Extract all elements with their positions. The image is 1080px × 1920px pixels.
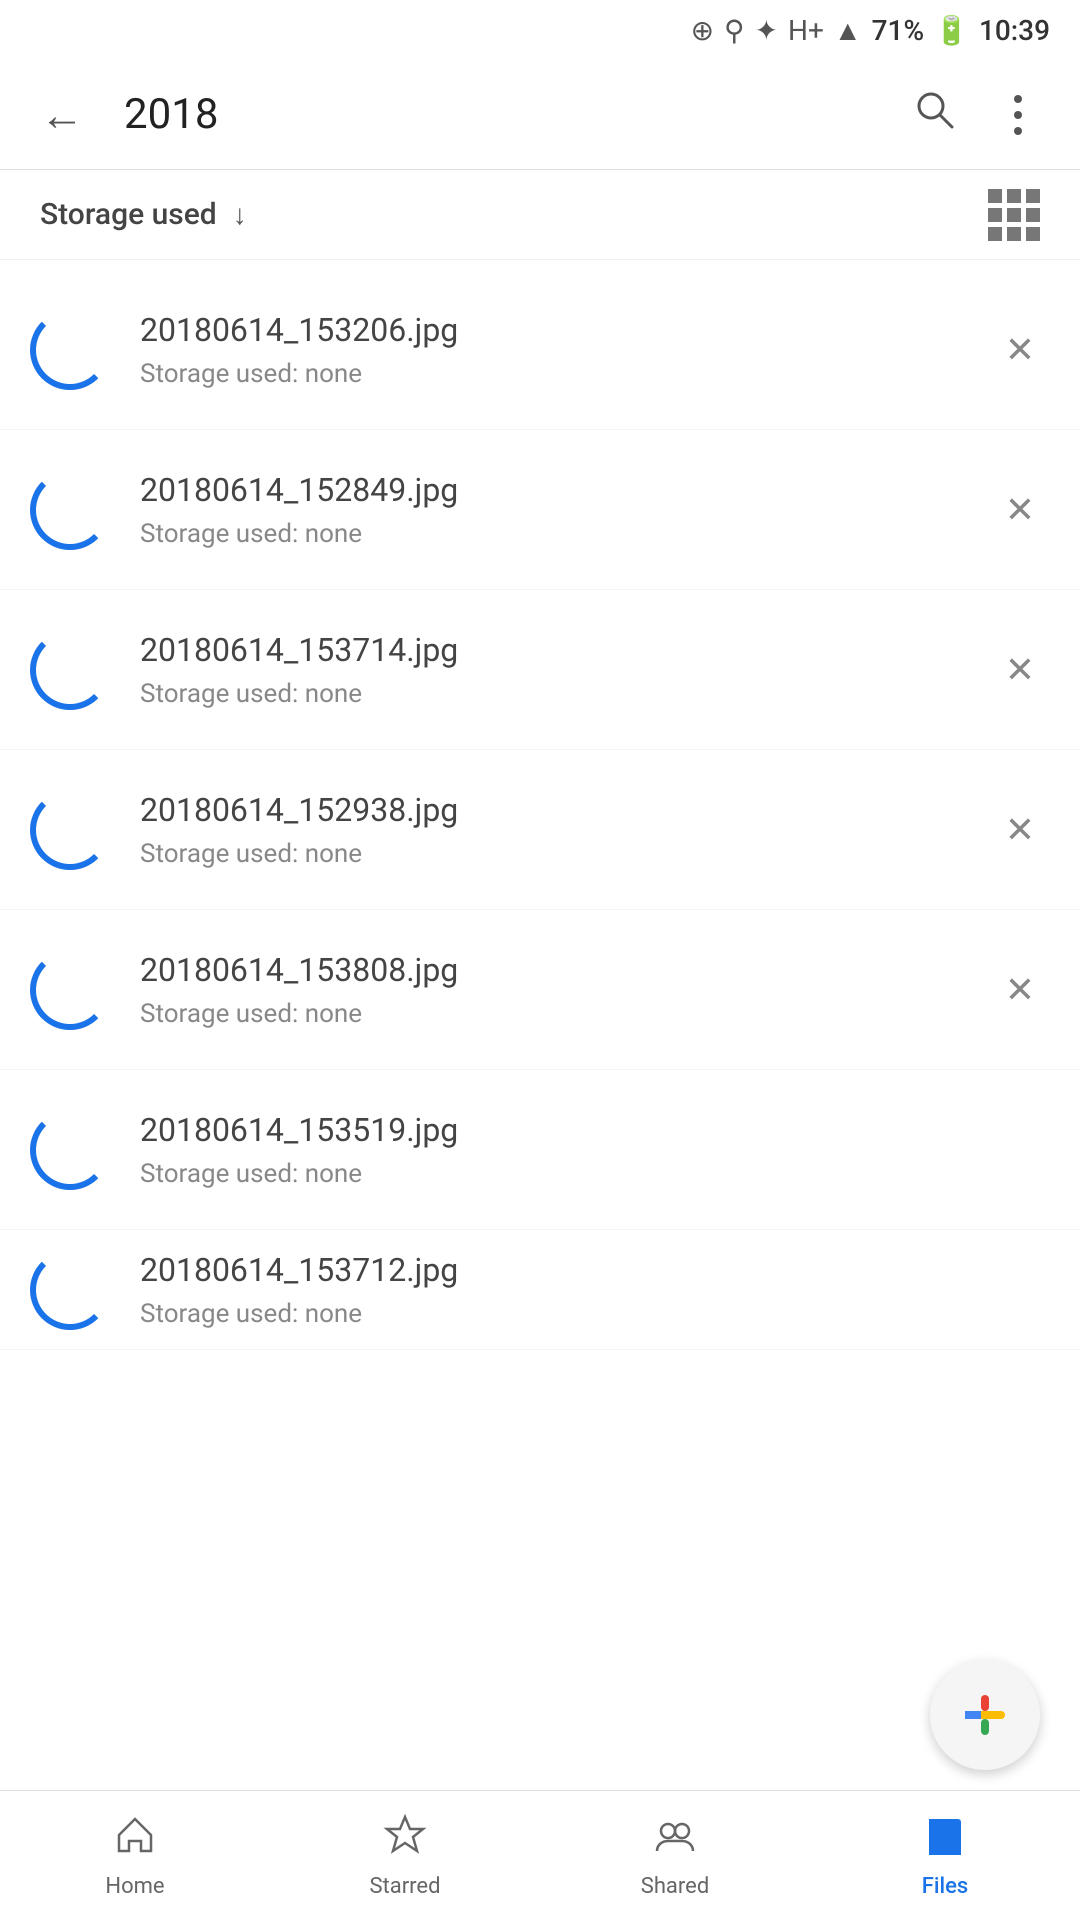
nav-home[interactable]: Home [0, 1813, 270, 1899]
file-name: 20180614_153206.jpg [140, 311, 960, 349]
bottom-navigation: Home Starred Shared Files [0, 1790, 1080, 1920]
loading-spinner [30, 950, 110, 1030]
grid-cell-8 [1007, 227, 1021, 241]
star-icon [383, 1813, 427, 1868]
file-storage: Storage used: none [140, 1159, 1050, 1189]
file-storage: Storage used: none [140, 1299, 1050, 1329]
list-item[interactable]: 20180614_153808.jpg Storage used: none ✕ [0, 910, 1080, 1070]
signal-icon: ▲ [834, 14, 862, 47]
add-circle-icon: ⊕ [691, 14, 714, 47]
grid-cell-9 [1026, 227, 1040, 241]
add-button[interactable] [930, 1660, 1040, 1770]
list-item[interactable]: 20180614_152938.jpg Storage used: none ✕ [0, 750, 1080, 910]
app-bar: ← 2018 [0, 60, 1080, 170]
nav-starred[interactable]: Starred [270, 1813, 540, 1899]
file-info: 20180614_152849.jpg Storage used: none [140, 471, 960, 549]
file-info: 20180614_153808.jpg Storage used: none [140, 951, 960, 1029]
file-info: 20180614_153714.jpg Storage used: none [140, 631, 960, 709]
list-item[interactable]: 20180614_152849.jpg Storage used: none ✕ [0, 430, 1080, 590]
nav-starred-label: Starred [369, 1874, 440, 1899]
search-icon [912, 87, 956, 142]
remove-button[interactable]: ✕ [990, 320, 1050, 380]
file-name: 20180614_152849.jpg [140, 471, 960, 509]
close-icon: ✕ [1005, 809, 1035, 851]
sort-bar: Storage used ↓ [0, 170, 1080, 260]
close-icon: ✕ [1005, 489, 1035, 531]
file-storage: Storage used: none [140, 519, 960, 549]
back-button[interactable]: ← [30, 83, 94, 147]
file-list: 20180614_153206.jpg Storage used: none ✕… [0, 260, 1080, 1360]
status-icons: ⊕ ⚲ ✦ H+ ▲ 71% 🔋 10:39 [691, 14, 1050, 47]
nav-files-label: Files [922, 1874, 968, 1899]
file-storage: Storage used: none [140, 999, 960, 1029]
back-arrow-icon: ← [40, 89, 84, 141]
grid-cell-6 [1026, 208, 1040, 222]
more-icon [1013, 94, 1023, 136]
sort-button[interactable]: Storage used ↓ [40, 197, 247, 232]
nav-files[interactable]: Files [810, 1813, 1080, 1899]
sort-label-text: Storage used [40, 197, 217, 232]
loading-spinner [30, 630, 110, 710]
loading-spinner [30, 790, 110, 870]
file-info: 20180614_153519.jpg Storage used: none [140, 1111, 1050, 1189]
nav-shared[interactable]: Shared [540, 1813, 810, 1899]
close-icon: ✕ [1005, 649, 1035, 691]
file-name: 20180614_152938.jpg [140, 791, 960, 829]
search-button[interactable] [902, 83, 966, 147]
file-storage: Storage used: none [140, 839, 960, 869]
page-title: 2018 [124, 90, 872, 139]
file-storage: Storage used: none [140, 679, 960, 709]
grid-cell-3 [1026, 189, 1040, 203]
file-info: 20180614_153712.jpg Storage used: none [140, 1251, 1050, 1329]
file-info: 20180614_152938.jpg Storage used: none [140, 791, 960, 869]
status-bar: ⊕ ⚲ ✦ H+ ▲ 71% 🔋 10:39 [0, 0, 1080, 60]
remove-button[interactable]: ✕ [990, 640, 1050, 700]
bluetooth-icon: ✦ [755, 14, 778, 47]
loading-spinner [30, 310, 110, 390]
grid-cell-5 [1007, 208, 1021, 222]
more-options-button[interactable] [986, 83, 1050, 147]
nav-home-label: Home [105, 1874, 164, 1899]
grid-cell-2 [1007, 189, 1021, 203]
loading-spinner [30, 470, 110, 550]
grid-cell-4 [988, 208, 1002, 222]
list-item[interactable]: 20180614_153519.jpg Storage used: none [0, 1070, 1080, 1230]
remove-button[interactable]: ✕ [990, 960, 1050, 1020]
location-icon: ⚲ [724, 14, 745, 47]
app-bar-actions [902, 83, 1050, 147]
loading-spinner [30, 1250, 110, 1330]
list-item[interactable]: 20180614_153714.jpg Storage used: none ✕ [0, 590, 1080, 750]
plus-icon [957, 1687, 1013, 1743]
close-icon: ✕ [1005, 969, 1035, 1011]
grid-view-button[interactable] [988, 189, 1040, 241]
remove-button[interactable]: ✕ [990, 480, 1050, 540]
grid-cell-7 [988, 227, 1002, 241]
battery-percent: 71% [872, 14, 924, 47]
file-name: 20180614_153712.jpg [140, 1251, 1050, 1289]
grid-cell-1 [988, 189, 1002, 203]
nav-shared-label: Shared [641, 1874, 709, 1899]
sort-direction-icon: ↓ [233, 198, 247, 231]
files-icon [923, 1813, 967, 1868]
battery-icon: 🔋 [934, 14, 969, 47]
file-info: 20180614_153206.jpg Storage used: none [140, 311, 960, 389]
file-name: 20180614_153519.jpg [140, 1111, 1050, 1149]
file-name: 20180614_153714.jpg [140, 631, 960, 669]
network-icon: H+ [788, 14, 824, 47]
close-icon: ✕ [1005, 329, 1035, 371]
file-storage: Storage used: none [140, 359, 960, 389]
home-icon [113, 1813, 157, 1868]
remove-button[interactable]: ✕ [990, 800, 1050, 860]
list-item[interactable]: 20180614_153206.jpg Storage used: none ✕ [0, 270, 1080, 430]
loading-spinner [30, 1110, 110, 1190]
clock: 10:39 [979, 14, 1050, 47]
shared-icon [653, 1813, 697, 1868]
list-item[interactable]: 20180614_153712.jpg Storage used: none [0, 1230, 1080, 1350]
file-name: 20180614_153808.jpg [140, 951, 960, 989]
